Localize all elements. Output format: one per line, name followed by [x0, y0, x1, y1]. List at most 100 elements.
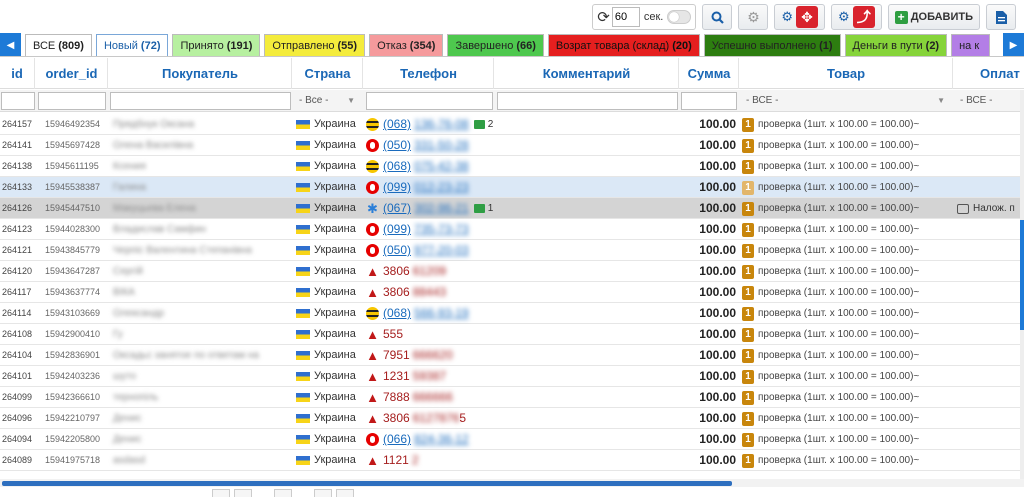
cell-order-id: 15944028300 — [45, 224, 101, 234]
bulk-fork-button[interactable]: ⚙ ⤴ — [831, 4, 882, 30]
refresh-icon[interactable]: ⟳ — [597, 8, 610, 26]
vertical-scroll-thumb[interactable] — [1020, 220, 1024, 330]
table-row[interactable]: 264089 15941975718 asdasd Украина ▲ 1121 2 100.… — [0, 450, 1024, 471]
sms-icon[interactable] — [473, 120, 485, 129]
cell-goods: 1 проверка (1шт. x 100.00 = 100.00)~ — [742, 387, 952, 408]
filter-phone-input[interactable] — [366, 92, 493, 110]
col-header-id[interactable]: id — [0, 58, 35, 89]
table-row[interactable]: 264094 15942205800 Денис Украина (066) 824-36… — [0, 429, 1024, 450]
cell-order-id: 15942205800 — [45, 434, 101, 444]
table-row[interactable]: 264126 15945447510 Макуцьева Елена Украина ✱… — [0, 198, 1024, 219]
horizontal-scroll-thumb[interactable] — [2, 481, 732, 486]
table-row[interactable]: 264101 15942403236 шуто Украина ▲ 1231 59387 10… — [0, 366, 1024, 387]
phone-link[interactable]: (067) — [383, 198, 411, 219]
filter-id-input[interactable] — [1, 92, 35, 110]
phone-link[interactable]: (050) — [383, 240, 411, 261]
status-tab[interactable]: Принято (191) — [172, 34, 261, 56]
table-row[interactable]: 264133 15945538387 Галина Украина (099) 012-2… — [0, 177, 1024, 198]
status-tab[interactable]: на к — [951, 34, 991, 56]
cell-payment — [957, 324, 1024, 345]
table-row[interactable]: 264099 15942366610 тернопіль Украина ▲ 7888 66… — [0, 387, 1024, 408]
cell-order-id: 15942836901 — [45, 350, 101, 360]
col-header-payment[interactable]: Оплат — [954, 58, 1024, 89]
auto-refresh-toggle[interactable] — [667, 10, 692, 24]
status-tab-label: Завершено — [455, 39, 514, 52]
cell-phone: (068) 566-93-19 — [366, 303, 494, 324]
quantity-badge: 1 — [742, 180, 754, 195]
sms-icon[interactable] — [473, 204, 485, 213]
col-header-comment[interactable]: Комментарий — [495, 58, 679, 89]
status-tab[interactable]: Завершено (66) — [447, 34, 544, 56]
col-header-order-id[interactable]: order_id — [36, 58, 108, 89]
status-tab[interactable]: Возрат товара (склад) (20) — [547, 34, 700, 56]
phone-link[interactable]: (068) — [383, 114, 411, 135]
table-row[interactable]: 264141 15945697428 Олена Василівна Украина (… — [0, 135, 1024, 156]
quantity-badge: 1 — [742, 411, 754, 426]
col-header-country[interactable]: Страна — [293, 58, 363, 89]
phone-link[interactable]: (099) — [383, 219, 411, 240]
status-tab[interactable]: Отказ (354) — [369, 34, 444, 56]
warning-icon: ▲ — [366, 453, 379, 468]
status-tab[interactable]: Деньги в пути (2) — [844, 34, 948, 56]
tabs-scroll-left-icon[interactable]: ◀ — [0, 33, 21, 56]
status-tab[interactable]: Успешно выполнено (1) — [703, 34, 841, 56]
table-row[interactable]: 264123 15944028300 Владислав Самфин Украина… — [0, 219, 1024, 240]
phone-link[interactable]: (068) — [383, 303, 411, 324]
col-header-sum[interactable]: Сумма — [680, 58, 739, 89]
table-row[interactable]: 264117 15943637774 ВІКА Украина ▲ 3806 88443 10… — [0, 282, 1024, 303]
cell-payment — [957, 345, 1024, 366]
table-row[interactable]: 264114 15943103669 Олександр Украина (068) 56… — [0, 303, 1024, 324]
bulk-move-button[interactable]: ⚙ ✥ — [774, 4, 826, 30]
table-row[interactable]: 264108 15942900410 Гу Украина ▲ 555 100.00 1 про… — [0, 324, 1024, 345]
status-tab[interactable]: Отправлено (55) — [264, 34, 366, 56]
search-button[interactable] — [702, 4, 733, 30]
settings-button[interactable]: ⚙ — [738, 4, 769, 30]
filter-sum-input[interactable] — [681, 92, 737, 110]
horizontal-scrollbar[interactable] — [0, 479, 1024, 487]
cell-phone: (050) 977-20-03 — [366, 240, 494, 261]
cell-sum: 100.00 — [699, 243, 736, 257]
phone-link[interactable]: (068) — [383, 156, 411, 177]
cell-goods: 1 проверка (1шт. x 100.00 = 100.00)~ — [742, 240, 952, 261]
cell-sum: 100.00 — [699, 453, 736, 467]
tabs-scroll-right-icon[interactable]: ▶ — [1003, 33, 1024, 56]
search-icon — [711, 11, 724, 24]
col-header-goods[interactable]: Товар — [740, 58, 953, 89]
phone-link[interactable]: (050) — [383, 135, 411, 156]
phone-link[interactable]: (066) — [383, 429, 411, 450]
filter-payment-select[interactable]: - ВСЕ - — [956, 92, 1022, 110]
add-button[interactable]: + ДОБАВИТЬ — [887, 4, 980, 30]
vodafone-operator-icon — [366, 433, 379, 446]
chevron-down-icon: ▼ — [937, 96, 945, 105]
table-row[interactable]: 264121 15943845779 Черпіс Валентина Степан… — [0, 240, 1024, 261]
cell-country: Украина — [296, 198, 362, 219]
phone-hidden-digits: 824-36-12 — [414, 432, 469, 446]
table-row[interactable]: 264120 15943647287 Сергій Украина ▲ 3806 61209… — [0, 261, 1024, 282]
col-header-buyer[interactable]: Покупатель — [109, 58, 292, 89]
vertical-scrollbar[interactable] — [1020, 90, 1024, 482]
col-header-phone[interactable]: Телефон — [364, 58, 494, 89]
export-button[interactable] — [986, 4, 1016, 30]
filter-order-id-input[interactable] — [38, 92, 106, 110]
cell-buyer: Прядбнук Оксана — [113, 119, 195, 130]
filter-buyer-input[interactable] — [110, 92, 291, 110]
status-tab-label: ВСЕ — [33, 39, 56, 52]
phone-hidden-digits: 2 — [411, 453, 419, 467]
cell-sum: 100.00 — [699, 369, 736, 383]
filter-comment-input[interactable] — [497, 92, 678, 110]
table-row[interactable]: 264138 15945611195 Ксения Украина (068) 075-4… — [0, 156, 1024, 177]
table-row[interactable]: 264096 15942210797 Денис Украина ▲ 3806 612787… — [0, 408, 1024, 429]
refresh-interval-input[interactable] — [611, 7, 640, 27]
status-tab[interactable]: ВСЕ (809) — [25, 34, 92, 56]
table-row[interactable]: 264104 15942836901 Оксадьс занятое по отве… — [0, 345, 1024, 366]
warning-icon: ▲ — [366, 348, 379, 363]
phone-link[interactable]: (099) — [383, 177, 411, 198]
status-tab-label: на к — [959, 39, 980, 52]
cell-country: Украина — [296, 261, 362, 282]
table-row[interactable]: 264157 15946492354 Прядбнук Оксана Украина (… — [0, 114, 1024, 135]
cell-buyer: Олена Василівна — [113, 140, 194, 151]
filter-goods-select[interactable]: - ВСЕ - ▼ — [742, 92, 951, 110]
status-tab[interactable]: Новый (72) — [95, 34, 169, 56]
goods-text: проверка (1шт. x 100.00 = 100.00)~ — [758, 392, 920, 403]
filter-country-select[interactable]: - Все - ▼ — [295, 92, 361, 110]
